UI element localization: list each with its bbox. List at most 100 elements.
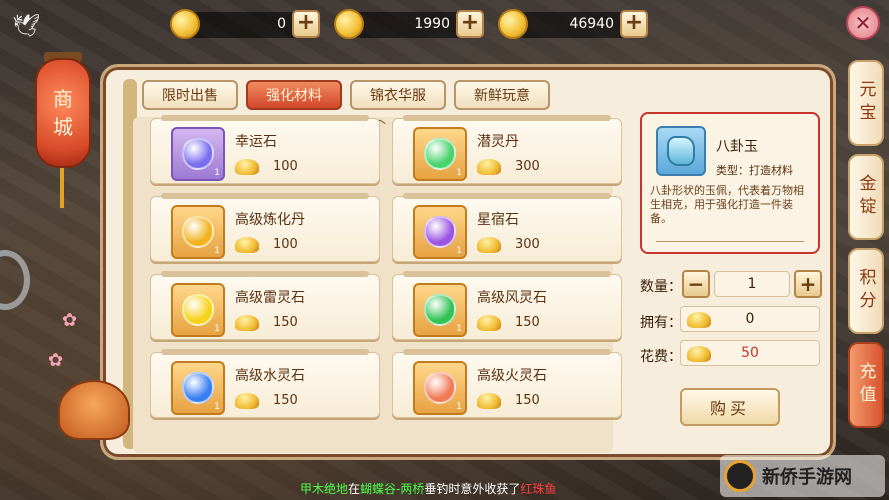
item-icon: 1 <box>413 205 467 259</box>
gem-icon <box>424 372 456 404</box>
currency-value: 0 <box>277 16 286 32</box>
site-watermark: 新侨手游网 <box>720 455 885 497</box>
item-price: 150 <box>515 393 540 408</box>
gem-icon <box>182 138 214 170</box>
gold-ingot-icon <box>477 393 501 409</box>
quantity-input[interactable]: 1 <box>714 271 790 297</box>
shop-item-card[interactable]: 1 高级雷灵石 150 <box>150 271 380 340</box>
cost-label: 花费： <box>640 349 682 365</box>
item-count: 1 <box>214 402 220 412</box>
gold-ingot-icon <box>477 159 501 175</box>
item-price: 100 <box>273 159 298 174</box>
gem-icon <box>182 372 214 404</box>
item-icon: 1 <box>171 127 225 181</box>
side-tab-recharge[interactable]: 充值 <box>848 342 884 428</box>
side-tab-points[interactable]: 积分 <box>848 248 884 334</box>
gold-ingot-icon <box>235 315 259 331</box>
blossom-icon: ✿ <box>62 310 78 331</box>
item-name: 高级水灵石 <box>235 368 305 384</box>
tab-novelties[interactable]: 新鲜玩意 <box>454 80 550 110</box>
coin-icon <box>498 9 528 39</box>
tab-limited-sale[interactable]: 限时出售 <box>142 80 238 110</box>
cost-field: 50 <box>680 340 820 366</box>
shop-item-card[interactable]: 1 星宿石 300 <box>392 193 622 262</box>
gem-icon <box>424 294 456 326</box>
owned-value: 0 <box>745 311 755 327</box>
item-price: 300 <box>515 159 540 174</box>
item-price: 150 <box>273 315 298 330</box>
shop-item-card[interactable]: 1 高级水灵石 150 <box>150 349 380 418</box>
quantity-increase-button[interactable]: + <box>794 270 822 298</box>
currency-value: 1990 <box>414 16 450 32</box>
currency-gold-bar: 1990 + <box>334 6 484 42</box>
item-count: 1 <box>456 324 462 334</box>
lantern-text: 城 <box>53 115 73 139</box>
gold-ingot-icon <box>235 393 259 409</box>
currency-value: 46940 <box>569 16 614 32</box>
category-tabs: 限时出售 强化材料 锦衣华服 新鲜玩意 <box>142 80 550 110</box>
gem-icon <box>182 216 214 248</box>
side-tab-gold-ingot[interactable]: 金锭 <box>848 154 884 240</box>
currency-coin: 46940 + <box>498 6 648 42</box>
blossom-icon: ✿ <box>48 350 64 371</box>
item-name: 高级雷灵石 <box>235 290 305 306</box>
item-icon: 1 <box>171 361 225 415</box>
add-currency-button[interactable]: + <box>620 10 648 38</box>
shop-lantern: 商 城 <box>35 58 91 168</box>
item-count: 1 <box>456 246 462 256</box>
gold-ingot-icon <box>477 237 501 253</box>
item-count: 1 <box>456 402 462 412</box>
shop-item-card[interactable]: 1 幸运石 100 <box>150 115 380 184</box>
shop-item-card[interactable]: 1 高级火灵石 150 <box>392 349 622 418</box>
quantity-decrease-button[interactable]: − <box>682 270 710 298</box>
shop-item-card[interactable]: 1 潜灵丹 300 <box>392 115 622 184</box>
lantern-tassel <box>60 168 64 208</box>
gold-ingot-icon <box>170 9 200 39</box>
gold-ingot-icon <box>477 315 501 331</box>
site-logo-icon <box>724 460 756 492</box>
item-icon: 1 <box>413 127 467 181</box>
add-currency-button[interactable]: + <box>456 10 484 38</box>
item-name: 潜灵丹 <box>477 134 519 150</box>
gold-ingot-icon <box>687 346 711 362</box>
item-detail-name: 八卦玉 <box>716 139 758 155</box>
lantern-text: 商 <box>53 87 73 111</box>
item-count: 1 <box>214 168 220 178</box>
item-icon: 1 <box>413 361 467 415</box>
item-detail-card: 八卦玉 类型：打造材料 八卦形状的玉佩，代表着万物相生相克，用于强化打造一件装备… <box>640 112 820 254</box>
item-name: 高级风灵石 <box>477 290 547 306</box>
item-icon <box>656 126 706 176</box>
item-price: 150 <box>515 315 540 330</box>
currency-side-tabs: 元宝 金锭 积分 充值 <box>848 60 884 428</box>
cost-value: 50 <box>741 345 759 361</box>
item-detail-type: 类型：打造材料 <box>716 164 793 177</box>
item-grid: 1 幸运石 100 1 潜灵丹 300 1 高级炼化丹 100 1 星宿石 300 1 高级雷灵石 150 1… <box>150 115 622 418</box>
item-icon: 1 <box>413 283 467 337</box>
close-icon[interactable]: ✕ <box>846 6 880 40</box>
divider <box>656 241 804 242</box>
system-chat-message: 甲木绝地在蝴蝶谷-两桥垂钓时意外收获了红珠鱼 <box>300 482 557 496</box>
jade-icon <box>667 136 695 166</box>
add-currency-button[interactable]: + <box>292 10 320 38</box>
item-icon: 1 <box>171 283 225 337</box>
gem-icon <box>182 294 214 326</box>
gem-icon <box>424 138 456 170</box>
item-price: 300 <box>515 237 540 252</box>
gold-ingot-icon <box>235 159 259 175</box>
owned-label: 拥有： <box>640 315 682 331</box>
buy-button[interactable]: 购买 <box>680 388 780 426</box>
gold-ingot-icon <box>687 312 711 328</box>
item-price: 150 <box>273 393 298 408</box>
side-tab-yuanbao[interactable]: 元宝 <box>848 60 884 146</box>
tab-costumes[interactable]: 锦衣华服 <box>350 80 446 110</box>
item-name: 高级炼化丹 <box>235 212 305 228</box>
currency-gold-ingot: 0 + <box>170 6 320 42</box>
item-count: 1 <box>456 168 462 178</box>
shop-item-card[interactable]: 1 高级风灵石 150 <box>392 271 622 340</box>
item-name: 高级火灵石 <box>477 368 547 384</box>
player-name: 甲木绝地 <box>300 482 349 496</box>
tab-enhance-materials[interactable]: 强化材料 <box>246 80 342 110</box>
gem-icon <box>424 216 456 248</box>
item-detail-description: 八卦形状的玉佩，代表着万物相生相克，用于强化打造一件装备。 <box>650 184 804 225</box>
shop-item-card[interactable]: 1 高级炼化丹 100 <box>150 193 380 262</box>
